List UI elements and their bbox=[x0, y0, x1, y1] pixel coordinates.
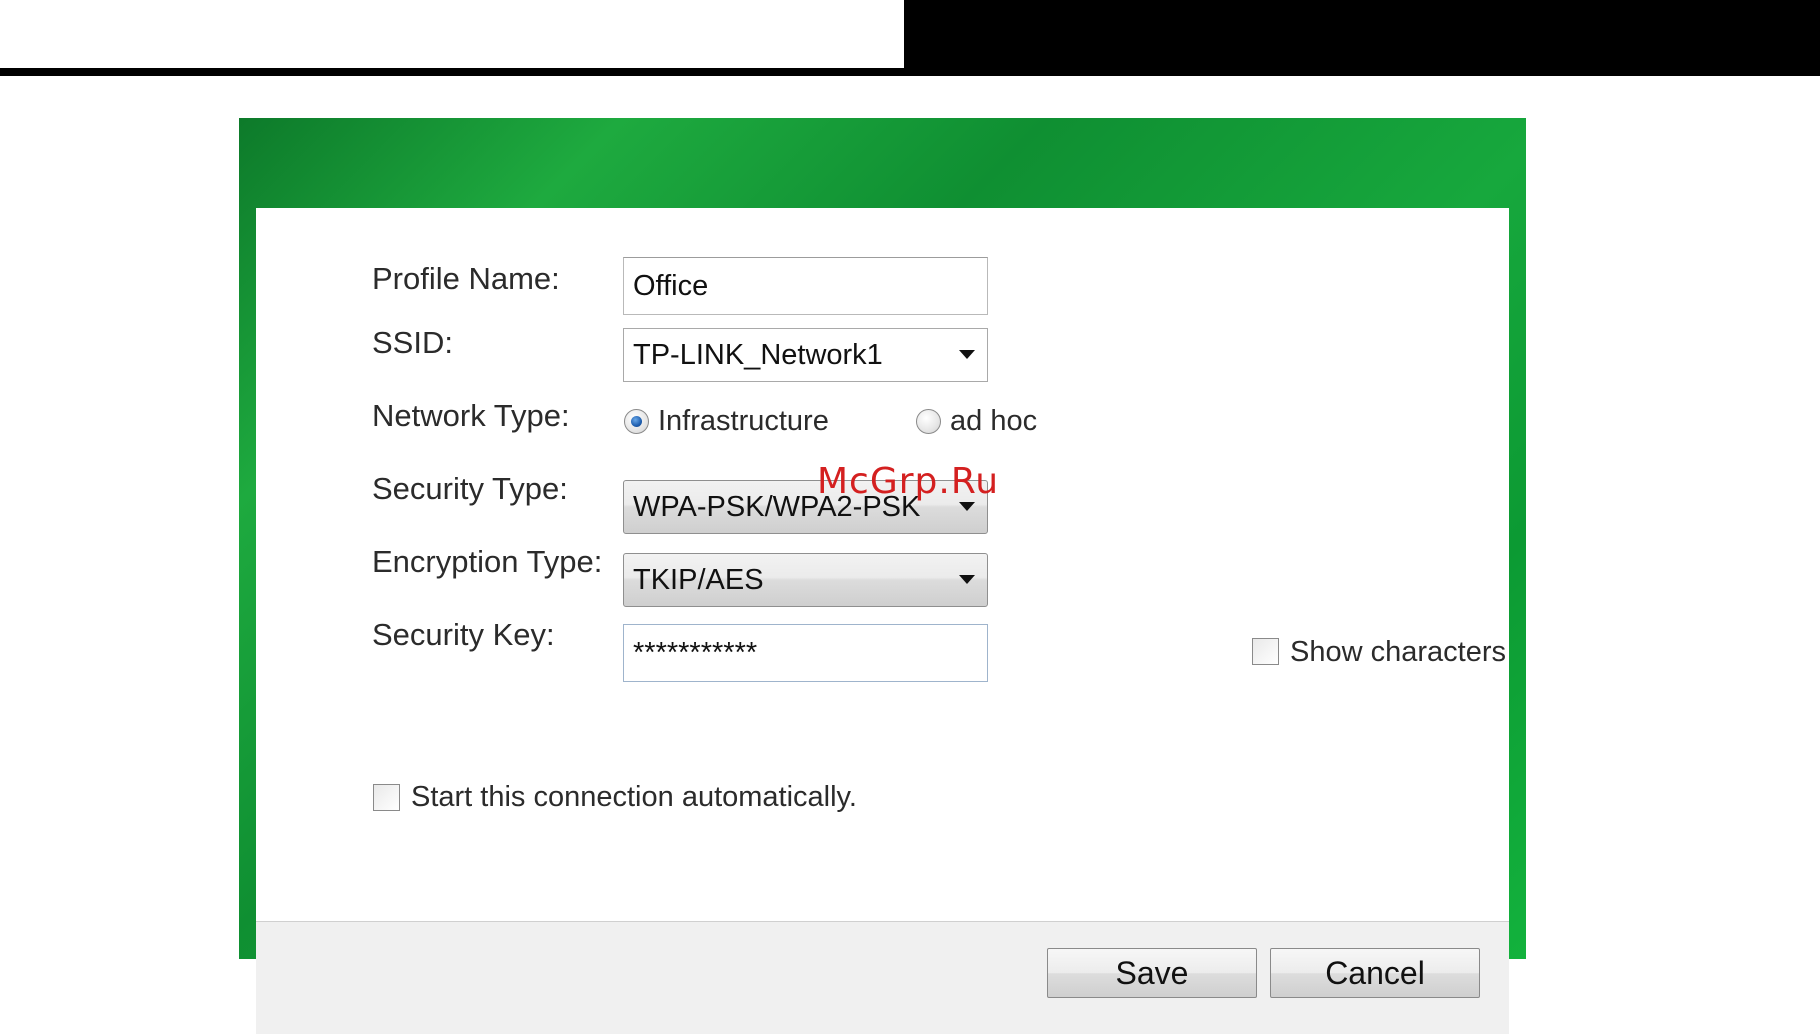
auto-connect-checkbox[interactable] bbox=[373, 784, 400, 811]
ssid-value: TP-LINK_Network1 bbox=[633, 339, 883, 371]
watermark: McGrp.Ru bbox=[817, 461, 1000, 502]
dialog-content: Profile Name: SSID: TP-LINK_Network1 Net… bbox=[256, 208, 1509, 1034]
security-key-input[interactable] bbox=[623, 624, 988, 682]
infrastructure-label[interactable]: Infrastructure bbox=[658, 405, 829, 438]
chevron-down-icon bbox=[959, 502, 975, 511]
auto-connect-label[interactable]: Start this connection automatically. bbox=[411, 781, 857, 814]
security-type-label: Security Type: bbox=[372, 471, 568, 506]
ad-hoc-radio[interactable] bbox=[916, 409, 941, 434]
ssid-combobox[interactable]: TP-LINK_Network1 bbox=[623, 328, 988, 382]
network-type-label: Network Type: bbox=[372, 398, 570, 433]
radio-selected-dot-icon bbox=[631, 416, 642, 427]
ssid-label: SSID: bbox=[372, 325, 453, 360]
dialog-titlebar[interactable] bbox=[239, 118, 1526, 208]
page-header-rule bbox=[0, 68, 904, 76]
cancel-button[interactable]: Cancel bbox=[1270, 948, 1480, 998]
encryption-type-value: TKIP/AES bbox=[633, 564, 764, 596]
infrastructure-radio[interactable] bbox=[624, 409, 649, 434]
chevron-down-icon bbox=[959, 350, 975, 359]
show-characters-label[interactable]: Show characters bbox=[1290, 636, 1506, 669]
ad-hoc-label[interactable]: ad hoc bbox=[950, 405, 1037, 438]
profile-dialog: Profile Name: SSID: TP-LINK_Network1 Net… bbox=[239, 118, 1526, 1034]
page-header-block bbox=[904, 0, 1820, 76]
encryption-type-label: Encryption Type: bbox=[372, 544, 603, 579]
security-key-label: Security Key: bbox=[372, 617, 555, 652]
save-button[interactable]: Save bbox=[1047, 948, 1257, 998]
show-characters-checkbox[interactable] bbox=[1252, 638, 1279, 665]
encryption-type-dropdown[interactable]: TKIP/AES bbox=[623, 553, 988, 607]
profile-name-input[interactable] bbox=[623, 257, 988, 315]
chevron-down-icon bbox=[959, 575, 975, 584]
profile-name-label: Profile Name: bbox=[372, 261, 560, 296]
